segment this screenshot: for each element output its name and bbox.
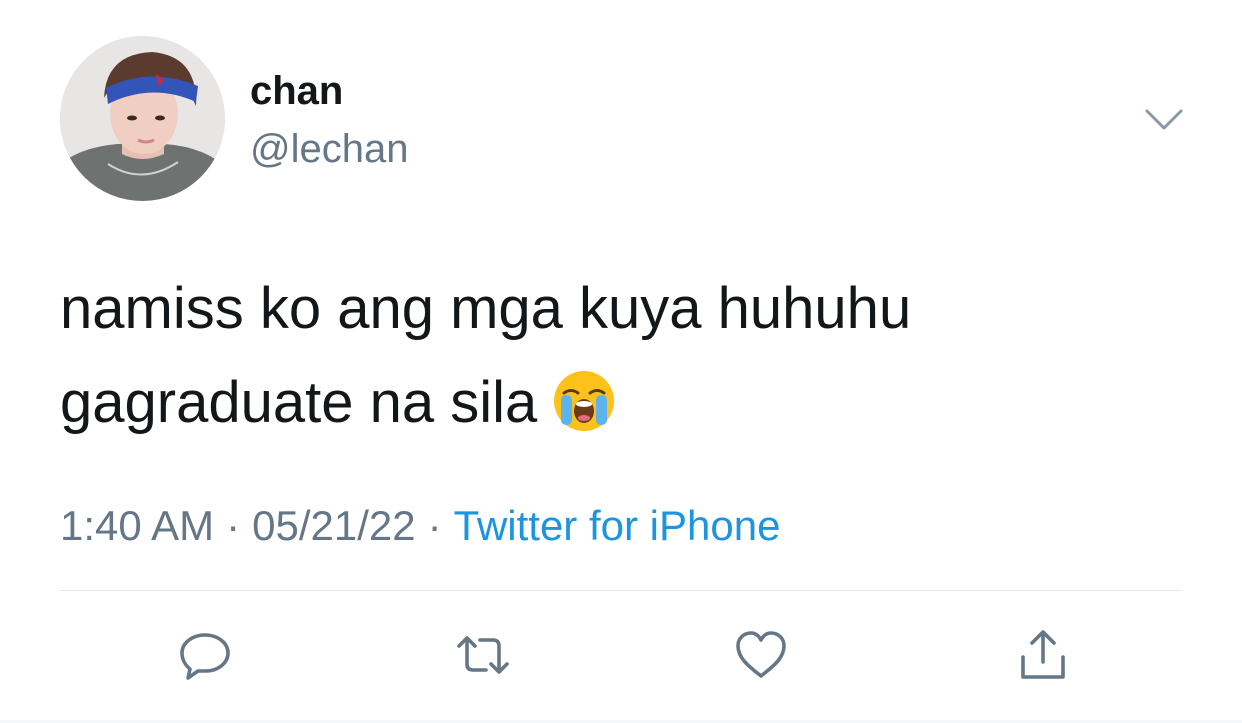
avatar[interactable] [60, 36, 225, 201]
tweet-text: namiss ko ang mga kuya huhuhu gagraduate… [60, 262, 1160, 450]
meta-separator: · [427, 502, 442, 549]
tweet-text-line: gagraduate na sila [60, 356, 1160, 450]
tweet-source-link[interactable]: Twitter for iPhone [454, 502, 781, 549]
retweet-icon [457, 636, 509, 674]
heart-icon [736, 631, 786, 678]
profile-photo-icon [60, 36, 225, 201]
meta-separator: · [226, 502, 241, 549]
reply-icon [180, 633, 230, 680]
chevron-down-icon [1145, 109, 1183, 130]
divider [60, 590, 1182, 591]
tweet-time[interactable]: 1:40 AM [60, 502, 214, 549]
share-icon [1021, 630, 1065, 679]
tweet-actions [0, 620, 1242, 690]
like-button[interactable] [726, 620, 796, 690]
reply-button[interactable] [170, 620, 240, 690]
loudly-crying-face-icon [551, 368, 617, 434]
retweet-button[interactable] [448, 620, 518, 690]
tweet-text-line: namiss ko ang mga kuya huhuhu [60, 276, 912, 341]
tweet-meta: 1:40 AM · 05/21/22 · Twitter for iPhone [60, 500, 780, 552]
display-name[interactable]: chan [250, 68, 343, 114]
user-handle[interactable]: @lechan [250, 126, 408, 172]
tweet-text-segment: gagraduate na sila [60, 370, 538, 435]
tweet-card: chan @lechan namiss ko ang mga kuya huhu… [0, 0, 1242, 723]
more-options-button[interactable] [1144, 106, 1184, 134]
share-button[interactable] [1008, 620, 1078, 690]
tweet-date[interactable]: 05/21/22 [252, 502, 416, 549]
